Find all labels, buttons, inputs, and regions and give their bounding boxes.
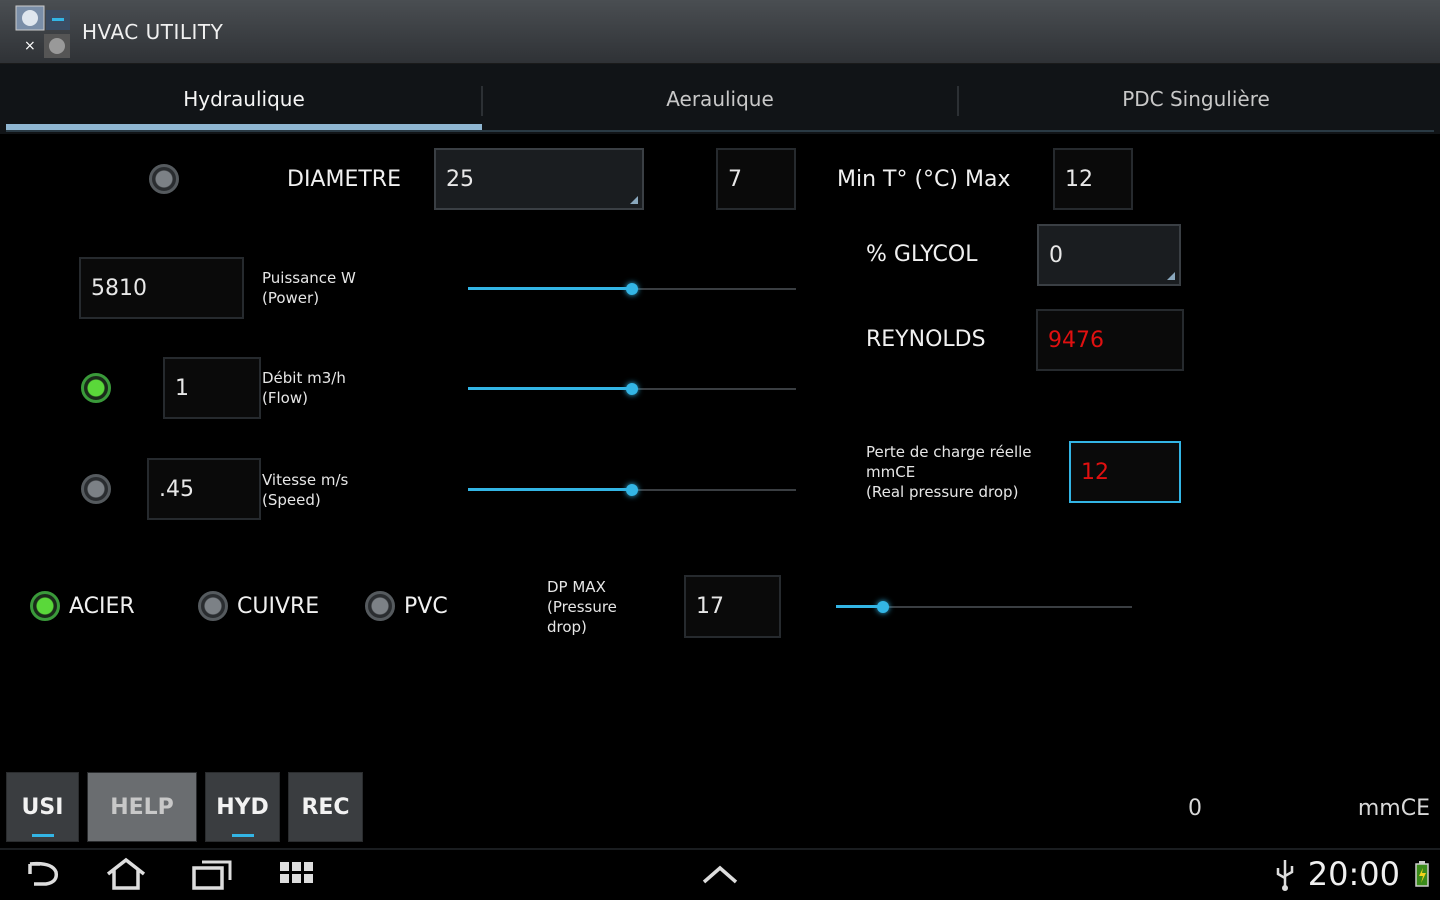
cuivre-radio[interactable] bbox=[198, 591, 228, 621]
dpmax-label: DP MAX (Pressure drop) bbox=[547, 578, 617, 636]
usi-button[interactable]: USI bbox=[6, 772, 79, 842]
tab-underline bbox=[6, 130, 1434, 132]
help-button[interactable]: HELP bbox=[87, 772, 197, 842]
puissance-slider[interactable] bbox=[468, 279, 796, 299]
vitesse-field[interactable]: .45 bbox=[147, 458, 261, 520]
temp-max-field[interactable]: 12 bbox=[1053, 148, 1133, 210]
app-title: HVAC UTILITY bbox=[82, 20, 224, 44]
tab-pdc-singuliere[interactable]: PDC Singulière bbox=[958, 64, 1434, 134]
puissance-label: Puissance W (Power) bbox=[262, 269, 356, 307]
home-icon[interactable] bbox=[104, 856, 148, 892]
system-clock: 20:00 bbox=[1307, 855, 1400, 893]
glycol-label: % GLYCOL bbox=[866, 242, 978, 267]
debit-label: Débit m3/h (Flow) bbox=[262, 369, 346, 407]
rec-button[interactable]: REC bbox=[288, 772, 363, 842]
reynolds-label: REYNOLDS bbox=[866, 327, 986, 352]
perte-label: Perte de charge réelle mmCE (Real pressu… bbox=[866, 443, 1032, 501]
back-icon[interactable] bbox=[22, 856, 66, 892]
acier-label[interactable]: ACIER bbox=[69, 594, 135, 619]
app-icon: × bbox=[14, 4, 74, 60]
tab-aeraulique[interactable]: Aeraulique bbox=[482, 64, 958, 134]
usb-icon bbox=[1270, 856, 1300, 892]
vitesse-slider[interactable] bbox=[468, 480, 796, 500]
glycol-spinner[interactable]: 0 bbox=[1037, 224, 1181, 286]
diametre-label: DIAMETRE bbox=[287, 167, 401, 192]
reynolds-field: 9476 bbox=[1036, 309, 1184, 371]
diametre-spinner[interactable]: 25 bbox=[434, 148, 644, 210]
dpmax-field[interactable]: 17 bbox=[684, 575, 781, 638]
status-value: 0 bbox=[1188, 796, 1202, 821]
perte-field[interactable]: 12 bbox=[1069, 441, 1181, 503]
vitesse-label: Vitesse m/s (Speed) bbox=[262, 471, 349, 509]
hyd-button[interactable]: HYD bbox=[205, 772, 280, 842]
diametre-radio[interactable] bbox=[149, 164, 179, 194]
puissance-field[interactable]: 5810 bbox=[79, 257, 244, 319]
status-unit: mmCE bbox=[1357, 796, 1430, 821]
dpmax-slider[interactable] bbox=[836, 597, 1132, 617]
apps-grid-icon[interactable] bbox=[278, 856, 322, 892]
vitesse-radio[interactable] bbox=[81, 474, 111, 504]
svg-text:×: × bbox=[24, 38, 36, 54]
recent-apps-icon[interactable] bbox=[190, 856, 234, 892]
chevron-up-icon[interactable] bbox=[698, 856, 742, 892]
cuivre-label[interactable]: CUIVRE bbox=[237, 594, 319, 619]
acier-radio[interactable] bbox=[30, 591, 60, 621]
debit-field[interactable]: 1 bbox=[163, 357, 261, 419]
temp-min-field[interactable]: 7 bbox=[716, 148, 796, 210]
debit-slider[interactable] bbox=[468, 379, 796, 399]
temperature-label: Min T° (°C) Max bbox=[837, 167, 1011, 192]
pvc-radio[interactable] bbox=[365, 591, 395, 621]
debit-radio[interactable] bbox=[81, 373, 111, 403]
pvc-label[interactable]: PVC bbox=[404, 594, 448, 619]
tab-active-indicator bbox=[6, 124, 482, 130]
battery-icon bbox=[1412, 856, 1432, 892]
